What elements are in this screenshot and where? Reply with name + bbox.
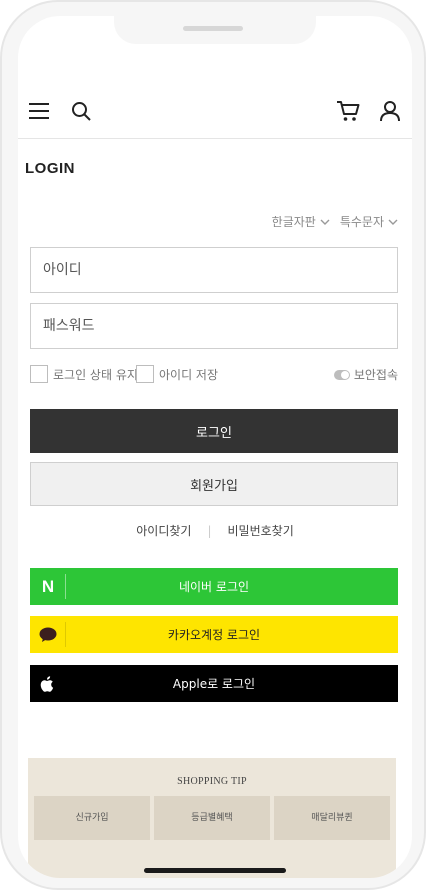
apple-login-button[interactable]: Apple로 로그인 xyxy=(30,665,398,702)
shopping-tip-title: SHOPPING TIP xyxy=(177,776,247,787)
special-chars-label: 특수문자 xyxy=(339,215,384,229)
kakao-speech-bubble-icon xyxy=(30,616,66,653)
keep-login-label: 로그인 상태 유지 xyxy=(53,367,138,382)
keep-login-option[interactable]: 로그인 상태 유지 xyxy=(30,365,138,383)
id-input[interactable] xyxy=(30,247,398,293)
apple-logo-icon xyxy=(30,665,66,702)
shopping-tip-section: SHOPPING TIP 신규가입 등급별혜택 매달리뷰퀸 xyxy=(28,758,396,878)
naver-login-button[interactable]: N 네이버 로그인 xyxy=(30,568,398,605)
naver-logo-icon: N xyxy=(30,568,66,605)
apple-login-label: Apple로 로그인 xyxy=(172,677,256,691)
page-title: LOGIN xyxy=(25,160,75,177)
divider: | xyxy=(207,524,212,538)
home-indicator xyxy=(144,868,286,873)
korean-keyboard-label: 한글자판 xyxy=(271,215,316,229)
save-id-label: 아이디 저장 xyxy=(159,367,219,382)
login-button[interactable]: 로그인 xyxy=(30,409,398,453)
hamburger-menu-icon[interactable] xyxy=(28,100,50,122)
chevron-down-icon xyxy=(388,219,398,225)
phone-frame: LOGIN 한글자판 특수문자 로그인 상태 유지 아이디 저장 xyxy=(0,0,430,894)
search-icon[interactable] xyxy=(70,100,92,122)
screen: LOGIN 한글자판 특수문자 로그인 상태 유지 아이디 저장 xyxy=(18,16,412,878)
keep-login-checkbox[interactable] xyxy=(30,365,48,383)
top-header xyxy=(18,94,412,139)
tip-grade-benefits[interactable]: 등급별혜택 xyxy=(154,796,270,840)
speaker-grille xyxy=(183,26,243,31)
secure-login-label: 보안접속 xyxy=(353,368,398,382)
kakao-login-label: 카카오계정 로그인 xyxy=(167,628,261,642)
join-button[interactable]: 회원가입 xyxy=(30,462,398,506)
password-input[interactable] xyxy=(30,303,398,349)
find-id-link[interactable]: 아이디찾기 xyxy=(136,524,191,538)
keyboard-options: 한글자판 특수문자 xyxy=(272,213,398,230)
apple-icon xyxy=(40,675,54,692)
naver-logo-letter: N xyxy=(41,576,55,596)
save-id-checkbox[interactable] xyxy=(136,365,154,383)
speech-bubble-icon xyxy=(39,627,57,642)
special-chars-option[interactable]: 특수문자 xyxy=(340,213,398,230)
cart-icon[interactable] xyxy=(336,99,360,123)
toggle-icon[interactable] xyxy=(333,369,350,380)
save-id-option[interactable]: 아이디 저장 xyxy=(136,365,218,383)
find-account-links: 아이디찾기 | 비밀번호찾기 xyxy=(18,522,412,539)
tip-new-member[interactable]: 신규가입 xyxy=(34,796,150,840)
tip-monthly-review[interactable]: 매달리뷰퀸 xyxy=(274,796,390,840)
kakao-login-button[interactable]: 카카오계정 로그인 xyxy=(30,616,398,653)
user-icon[interactable] xyxy=(378,99,402,123)
login-options: 로그인 상태 유지 아이디 저장 보안접속 xyxy=(30,365,398,385)
naver-login-label: 네이버 로그인 xyxy=(178,580,250,594)
find-password-link[interactable]: 비밀번호찾기 xyxy=(228,524,294,538)
secure-login-toggle[interactable]: 보안접속 xyxy=(333,366,398,383)
chevron-down-icon xyxy=(320,219,330,225)
korean-keyboard-option[interactable]: 한글자판 xyxy=(272,213,330,230)
